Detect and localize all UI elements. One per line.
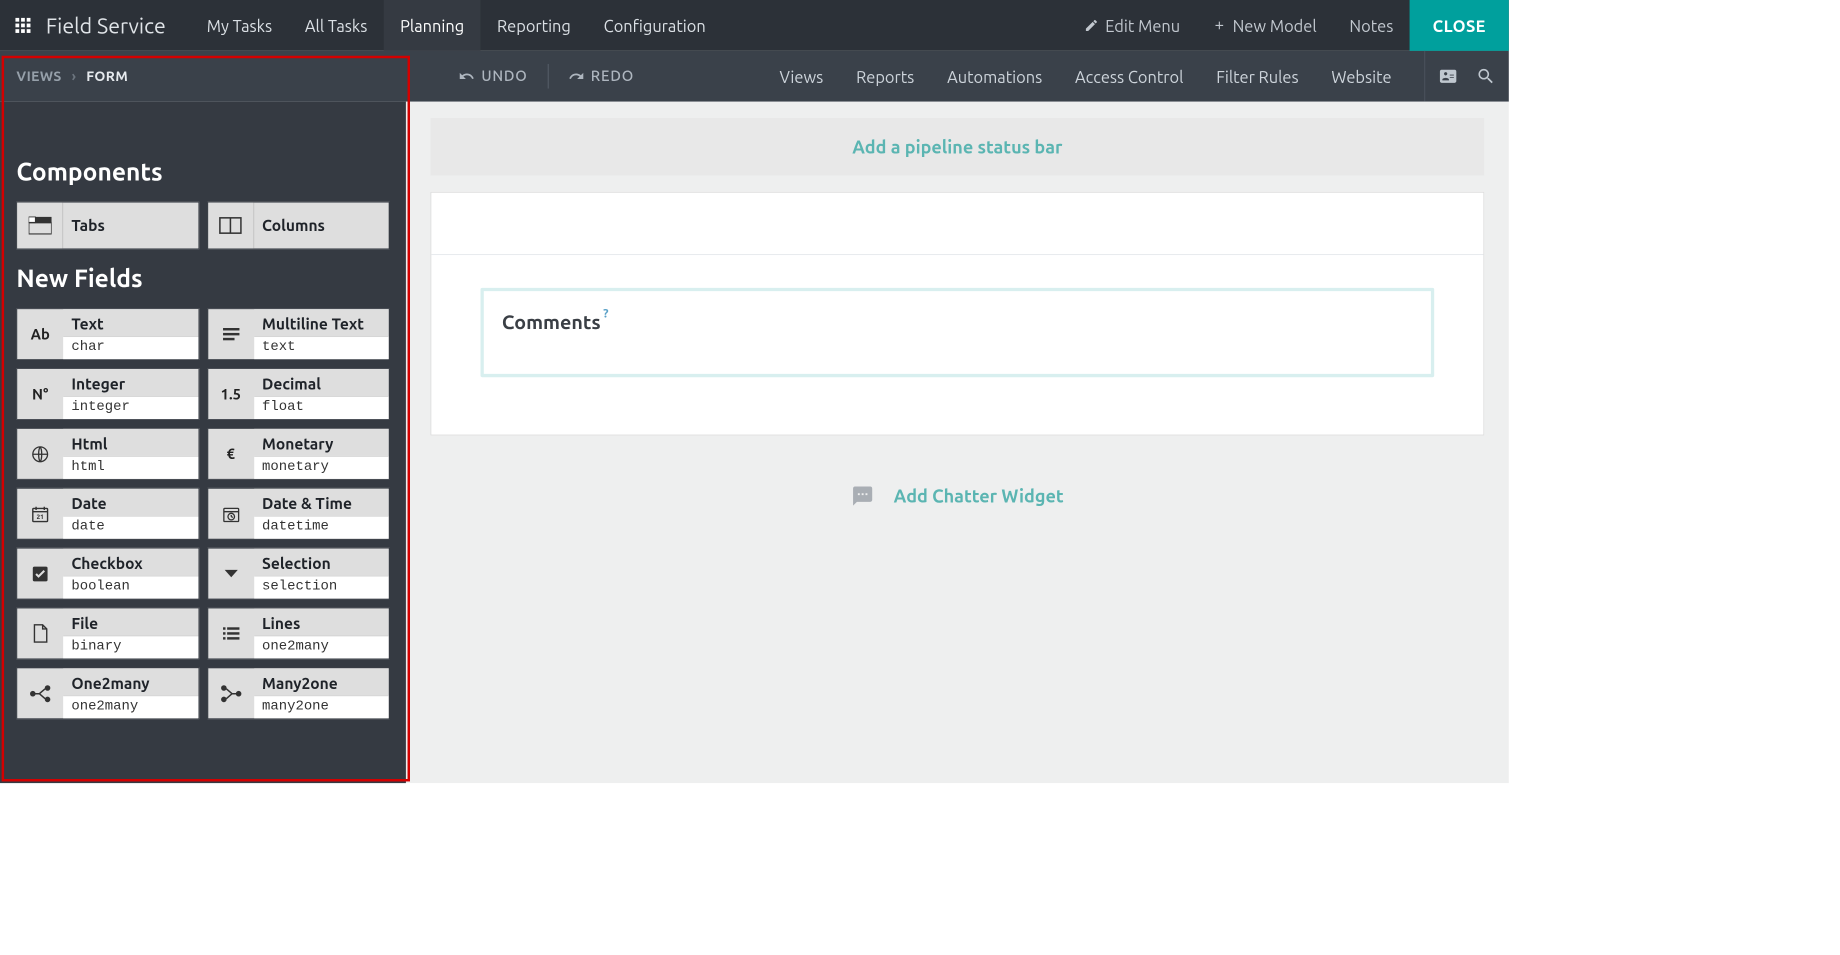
nav-all-tasks[interactable]: All Tasks bbox=[288, 0, 383, 51]
canvas: Add a pipeline status bar Comments ? Add… bbox=[406, 102, 1509, 783]
undo-button[interactable]: UNDO bbox=[447, 63, 539, 89]
components-title: Components bbox=[16, 157, 389, 185]
new-model-button[interactable]: New Model bbox=[1197, 0, 1334, 51]
component-tabs[interactable]: Tabs bbox=[16, 202, 198, 250]
field-integer-integer[interactable]: N°Integerinteger bbox=[16, 368, 198, 420]
field-selection-selection[interactable]: Selectionselection bbox=[207, 548, 389, 600]
form-card: Comments ? bbox=[431, 192, 1485, 436]
main-area: Components TabsColumns New Fields AbText… bbox=[0, 102, 1509, 783]
subtab-filter-rules[interactable]: Filter Rules bbox=[1200, 67, 1315, 86]
check-icon bbox=[17, 549, 63, 599]
relation2-icon bbox=[208, 668, 254, 718]
undo-icon bbox=[458, 68, 474, 84]
field-date-date[interactable]: 21Datedate bbox=[16, 488, 198, 540]
field-many2one-many2one[interactable]: Many2onemany2one bbox=[207, 667, 389, 719]
subtab-reports[interactable]: Reports bbox=[840, 67, 931, 86]
multiline-icon bbox=[208, 309, 254, 359]
sidebar: Components TabsColumns New Fields AbText… bbox=[0, 102, 406, 783]
subtab-automations[interactable]: Automations bbox=[931, 67, 1059, 86]
1.5-icon: 1.5 bbox=[208, 369, 254, 419]
subtab-views[interactable]: Views bbox=[763, 67, 840, 86]
field-datetime-date-&-time[interactable]: Date & Timedatetime bbox=[207, 488, 389, 540]
tabs-icon bbox=[17, 203, 63, 249]
edit-menu-button[interactable]: Edit Menu bbox=[1068, 0, 1197, 51]
nav-planning[interactable]: Planning bbox=[384, 0, 481, 51]
breadcrumb-form: FORM bbox=[86, 68, 128, 84]
form-header[interactable] bbox=[431, 193, 1483, 255]
redo-button[interactable]: REDO bbox=[556, 63, 645, 89]
pipeline-status-button[interactable]: Add a pipeline status bar bbox=[431, 118, 1485, 175]
chat-icon bbox=[851, 485, 874, 508]
svg-text:21: 21 bbox=[36, 514, 43, 521]
separator bbox=[547, 64, 548, 89]
contact-card-icon[interactable] bbox=[1438, 66, 1458, 86]
comments-label: Comments ? bbox=[484, 311, 609, 333]
top-bar: Field Service My TasksAll TasksPlanningR… bbox=[0, 0, 1509, 51]
plus-icon bbox=[1213, 19, 1226, 32]
component-columns[interactable]: Columns bbox=[207, 202, 389, 250]
globe-icon bbox=[17, 429, 63, 479]
field-boolean-checkbox[interactable]: Checkboxboolean bbox=[16, 548, 198, 600]
field-html-html[interactable]: Htmlhtml bbox=[16, 428, 198, 480]
field-char-text[interactable]: AbTextchar bbox=[16, 308, 198, 360]
topbar-right: Edit Menu New Model Notes CLOSE bbox=[1068, 0, 1509, 51]
€-icon: € bbox=[208, 429, 254, 479]
field-one2many-one2many[interactable]: One2manyone2many bbox=[16, 667, 198, 719]
field-one2many-lines[interactable]: Linesone2many bbox=[207, 608, 389, 660]
redo-icon bbox=[568, 68, 584, 84]
subtab-access-control[interactable]: Access Control bbox=[1059, 67, 1200, 86]
add-chatter-button[interactable]: Add Chatter Widget bbox=[431, 485, 1485, 508]
history-buttons: UNDO REDO bbox=[406, 63, 646, 89]
calendar21-icon: 21 bbox=[17, 489, 63, 539]
breadcrumb: VIEWS › FORM bbox=[0, 68, 406, 84]
subtab-website[interactable]: Website bbox=[1315, 67, 1408, 86]
nav-configuration[interactable]: Configuration bbox=[587, 0, 722, 51]
file-icon bbox=[17, 608, 63, 658]
relation-icon bbox=[17, 668, 63, 718]
pencil-icon bbox=[1084, 18, 1099, 33]
field-monetary-monetary[interactable]: €Monetarymonetary bbox=[207, 428, 389, 480]
new-fields-title: New Fields bbox=[16, 264, 389, 292]
comments-field[interactable]: Comments ? bbox=[481, 288, 1435, 377]
apps-icon[interactable] bbox=[0, 16, 46, 34]
sub-bar: VIEWS › FORM UNDO REDO ViewsReportsAutom… bbox=[0, 51, 1509, 102]
list-icon bbox=[208, 608, 254, 658]
columns-icon bbox=[208, 203, 254, 249]
close-button[interactable]: CLOSE bbox=[1410, 0, 1509, 51]
app-title: Field Service bbox=[46, 14, 190, 38]
N°-icon: N° bbox=[17, 369, 63, 419]
help-icon[interactable]: ? bbox=[603, 306, 608, 320]
nav-reporting[interactable]: Reporting bbox=[481, 0, 588, 51]
Ab-icon: Ab bbox=[17, 309, 63, 359]
caret-icon bbox=[208, 549, 254, 599]
subbar-tabs: ViewsReportsAutomationsAccess ControlFil… bbox=[763, 51, 1509, 102]
notes-button[interactable]: Notes bbox=[1333, 0, 1410, 51]
nav-my-tasks[interactable]: My Tasks bbox=[190, 0, 288, 51]
breadcrumb-views[interactable]: VIEWS bbox=[16, 68, 61, 84]
field-float-decimal[interactable]: 1.5Decimalfloat bbox=[207, 368, 389, 420]
field-text-multiline-text[interactable]: Multiline Texttext bbox=[207, 308, 389, 360]
subbar-icons bbox=[1424, 51, 1508, 102]
calendarclock-icon bbox=[208, 489, 254, 539]
search-icon[interactable] bbox=[1476, 66, 1496, 86]
field-binary-file[interactable]: Filebinary bbox=[16, 608, 198, 660]
